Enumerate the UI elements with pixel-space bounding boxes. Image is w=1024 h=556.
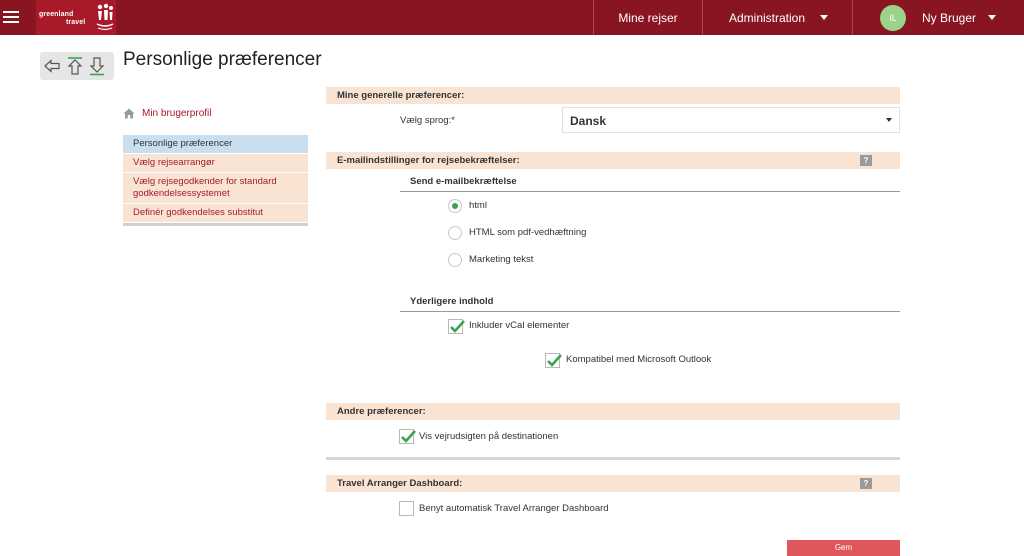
chevron-down-icon <box>988 15 996 20</box>
radio-marketing-text-label: Marketing tekst <box>469 254 534 265</box>
profile-link[interactable]: Min brugerprofil <box>123 108 211 119</box>
chevron-down-icon <box>820 15 828 20</box>
radio-html-pdf-label: HTML som pdf-vedhæftning <box>469 227 587 238</box>
send-email-subheader: Send e-mailbekræftelse <box>400 176 900 192</box>
dropdown-arrow-icon <box>886 118 892 122</box>
sidebar-item-personal-preferences[interactable]: Personlige præferencer <box>123 135 308 154</box>
logo-figures-icon <box>96 3 114 31</box>
radio-html[interactable] <box>448 199 462 213</box>
weather-checkbox[interactable] <box>399 429 416 444</box>
dashboard-auto-checkbox[interactable] <box>399 501 414 516</box>
home-icon <box>123 108 135 119</box>
dashboard-title: Travel Arranger Dashboard: <box>337 478 463 489</box>
section-divider <box>326 457 900 460</box>
top-navigation-bar: greenland travel Mine rejser Administrat… <box>0 0 1024 35</box>
radio-html-label: html <box>469 200 487 211</box>
user-name: Ny Bruger <box>922 10 977 25</box>
sidebar-item-approver[interactable]: Vælg rejsegodkender for standard godkend… <box>123 173 308 204</box>
dashboard-header: Travel Arranger Dashboard: ? <box>326 475 900 492</box>
move-to-top-icon[interactable] <box>65 55 85 77</box>
outlook-compat-checkbox[interactable] <box>545 353 562 368</box>
greenland-travel-logo[interactable]: greenland travel <box>36 0 116 35</box>
help-icon[interactable]: ? <box>860 155 872 166</box>
language-select-value: Dansk <box>570 114 607 128</box>
help-icon[interactable]: ? <box>860 478 872 489</box>
checkmark-icon <box>401 430 416 443</box>
logo-text-line1: greenland <box>39 11 74 18</box>
nav-my-trips[interactable]: Mine rejser <box>593 0 702 35</box>
outlook-compat-label: Kompatibel med Microsoft Outlook <box>566 354 712 365</box>
nav-administration[interactable]: Administration <box>702 0 852 35</box>
email-settings-header: E-mailindstillinger for rejsebekræftelse… <box>326 152 900 169</box>
avatar: IL <box>880 4 906 31</box>
email-settings-title: E-mailindstillinger for rejsebekræftelse… <box>337 155 520 166</box>
checkmark-icon <box>547 354 562 367</box>
general-preferences-header: Mine generelle præferencer: <box>326 87 900 104</box>
radio-marketing-text[interactable] <box>448 253 462 267</box>
logo-text-line2: travel <box>66 19 86 26</box>
include-vcal-label: Inkluder vCal elementer <box>469 320 570 331</box>
other-preferences-header: Andre præferencer: <box>326 403 900 420</box>
checkmark-icon <box>450 320 465 333</box>
save-button[interactable]: Gem <box>787 540 900 556</box>
page-navigation-arrows <box>40 52 114 80</box>
sidebar-item-travel-arranger[interactable]: Vælg rejsearrangør <box>123 154 308 173</box>
dashboard-auto-label: Benyt automatisk Travel Arranger Dashboa… <box>419 503 609 514</box>
weather-label: Vis vejrudsigten på destinationen <box>419 431 559 442</box>
back-arrow-icon[interactable] <box>42 55 62 77</box>
extra-content-subheader: Yderligere indhold <box>400 296 900 312</box>
radio-html-pdf[interactable] <box>448 226 462 240</box>
sidebar-item-approval-substitute[interactable]: Definér godkendelses substitut <box>123 204 308 223</box>
menu-icon[interactable] <box>0 0 34 35</box>
nav-administration-label: Administration <box>729 10 806 25</box>
language-select[interactable]: Dansk <box>562 107 900 133</box>
profile-link-label: Min brugerprofil <box>142 108 212 119</box>
language-label: Vælg sprog:* <box>400 115 455 126</box>
sidebar-menu: Personlige præferencer Vælg rejsearrangø… <box>123 135 308 226</box>
user-menu[interactable]: IL Ny Bruger <box>852 0 1024 35</box>
move-to-bottom-icon[interactable] <box>87 55 107 77</box>
nav-my-trips-label: Mine rejser <box>618 10 678 25</box>
page-title: Personlige præferencer <box>123 49 322 70</box>
include-vcal-checkbox[interactable] <box>448 319 465 334</box>
